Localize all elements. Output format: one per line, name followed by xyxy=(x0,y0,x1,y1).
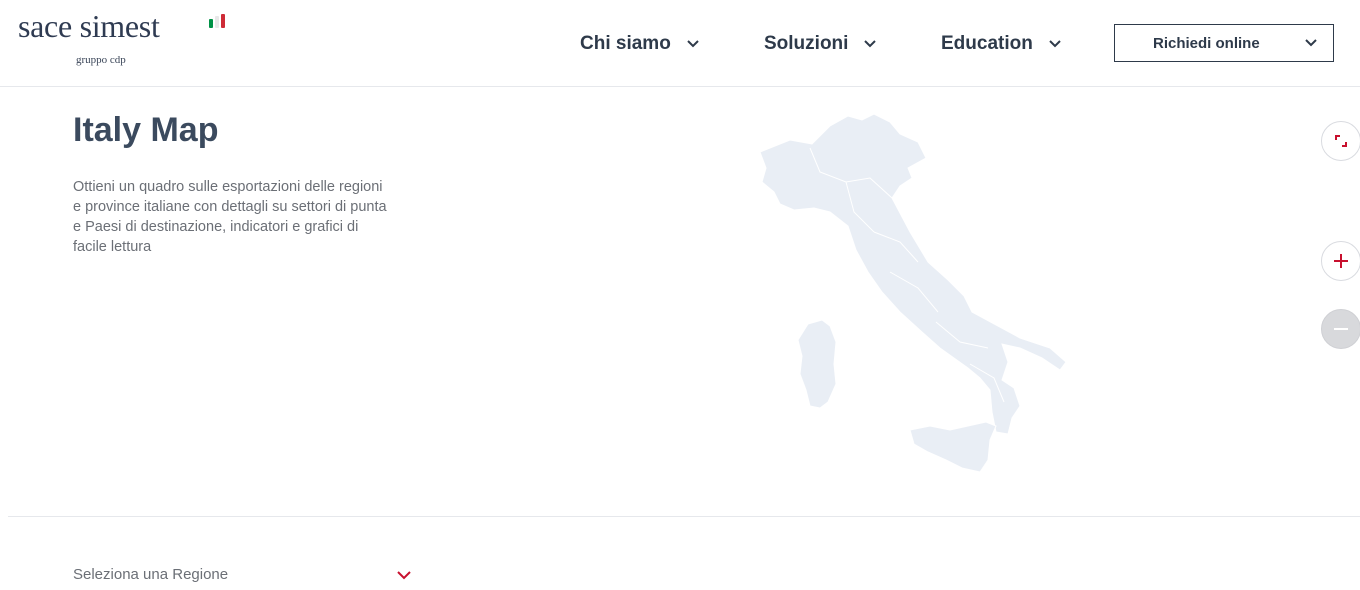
richiedi-online-button[interactable]: Richiedi online xyxy=(1114,24,1334,62)
page-title: Italy Map xyxy=(73,111,219,149)
italian-flag-icon xyxy=(209,14,227,28)
italy-map[interactable] xyxy=(750,112,1080,482)
logo-wordmark: sace simest xyxy=(18,8,160,44)
expand-icon xyxy=(1335,135,1347,147)
fullscreen-button[interactable] xyxy=(1321,121,1360,161)
section-divider xyxy=(8,516,1360,517)
nav-soluzioni-label: Soluzioni xyxy=(764,33,849,54)
chevron-down-icon xyxy=(864,40,877,48)
nav-education[interactable]: Education xyxy=(941,33,1063,55)
plus-icon xyxy=(1334,254,1348,268)
chevron-down-icon xyxy=(1049,40,1061,48)
logo-subtitle: gruppo cdp xyxy=(76,54,126,66)
chevron-down-icon xyxy=(397,571,411,580)
minus-icon xyxy=(1334,328,1348,330)
region-select-placeholder: Seleziona una Regione xyxy=(73,566,229,583)
map-region-sardinia xyxy=(797,319,837,409)
chevron-down-icon xyxy=(687,40,699,48)
zoom-in-button[interactable] xyxy=(1321,241,1360,281)
zoom-out-button[interactable] xyxy=(1321,309,1360,349)
nav-chi-siamo-label: Chi siamo xyxy=(580,33,671,54)
nav-chi-siamo[interactable]: Chi siamo xyxy=(580,33,701,55)
nav-soluzioni[interactable]: Soluzioni xyxy=(764,33,878,55)
page-description: Ottieni un quadro sulle esportazioni del… xyxy=(73,179,387,255)
richiedi-online-label: Richiedi online xyxy=(1153,34,1260,52)
logo[interactable]: sace simest gruppo cdp xyxy=(18,8,225,66)
site-header: sace simest gruppo cdp Chi siamo Soluzio… xyxy=(0,0,1360,87)
map-region-sicily xyxy=(909,421,997,473)
region-select[interactable]: Seleziona una Regione xyxy=(73,566,413,590)
nav-education-label: Education xyxy=(941,33,1033,54)
chevron-down-icon xyxy=(1305,39,1317,47)
